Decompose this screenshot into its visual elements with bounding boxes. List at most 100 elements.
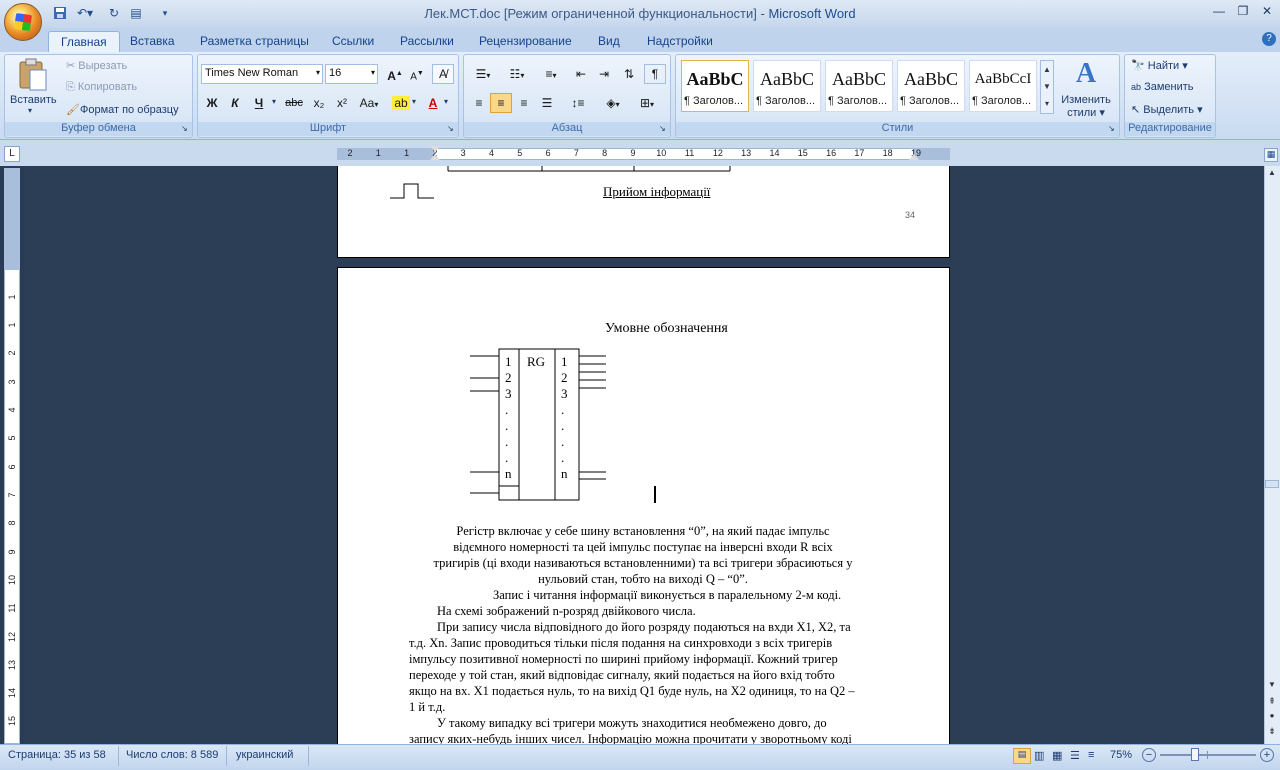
language-indicator[interactable]: украинский xyxy=(236,749,293,761)
vertical-scrollbar[interactable] xyxy=(1264,166,1280,744)
zoom-in-icon[interactable]: + xyxy=(1260,748,1274,762)
styles-launcher-icon[interactable]: ↘ xyxy=(1108,124,1115,133)
font-color-button[interactable]: A xyxy=(422,93,444,113)
vruler-number: 8 xyxy=(7,520,17,526)
align-right-button[interactable]: ≡ xyxy=(513,93,535,113)
highlight-dropdown-icon[interactable]: ▾ xyxy=(412,97,416,106)
zoom-slider-thumb[interactable] xyxy=(1191,748,1199,761)
shrink-font-button[interactable]: A▼ xyxy=(406,64,428,84)
copy-button[interactable]: ⎘ Копировать xyxy=(66,81,137,94)
highlight-button[interactable]: ab xyxy=(390,93,412,113)
style-card-2[interactable]: AaBbC ¶ Заголов... xyxy=(753,60,821,112)
increase-indent-button[interactable]: ⇥ xyxy=(593,64,615,84)
styles-scroll[interactable]: ▲ ▼ ▾ xyxy=(1040,60,1054,114)
first-line-indent-marker[interactable] xyxy=(430,146,440,152)
superscript-button[interactable]: x² xyxy=(331,93,353,113)
print-layout-view-icon[interactable]: ▤ xyxy=(1013,748,1031,764)
hanging-indent-marker[interactable] xyxy=(430,154,440,160)
word-count[interactable]: Число слов: 8 589 xyxy=(126,749,218,761)
right-indent-marker[interactable] xyxy=(909,154,919,160)
numbering-button[interactable]: ☷▾ xyxy=(502,64,532,84)
borders-button[interactable]: ⊞▾ xyxy=(632,93,662,113)
page-indicator[interactable]: Страница: 35 из 58 xyxy=(8,749,106,761)
cut-button[interactable]: ✂ Вырезать xyxy=(66,59,127,72)
bold-button[interactable]: Ж xyxy=(201,93,223,113)
paste-icon[interactable] xyxy=(16,58,50,92)
find-button[interactable]: 🔭 Найти ▾ xyxy=(1131,59,1188,72)
copy-label: Копировать xyxy=(77,81,138,93)
tab-insert[interactable]: Вставка xyxy=(118,31,187,52)
bullets-button[interactable]: ☰▾ xyxy=(468,64,498,84)
replace-button[interactable]: ab Заменить xyxy=(1131,81,1194,93)
align-left-button[interactable]: ≡ xyxy=(468,93,490,113)
page-35[interactable]: Умовне обозначення RG 123....n 123....n … xyxy=(337,267,950,746)
paragraph-launcher-icon[interactable]: ↘ xyxy=(659,124,666,133)
office-button[interactable] xyxy=(4,3,42,41)
scroll-thumb[interactable] xyxy=(1265,480,1279,488)
justify-button[interactable]: ☰ xyxy=(536,93,558,113)
font-size-combo[interactable]: 16 ▾ xyxy=(325,64,378,84)
tab-addins[interactable]: Надстройки xyxy=(635,31,725,52)
prev-page-icon[interactable]: ⇞ xyxy=(1266,696,1278,708)
multilevel-list-button[interactable]: ≡▾ xyxy=(536,64,566,84)
tab-review[interactable]: Рецензирование xyxy=(467,31,584,52)
zoom-level[interactable]: 75% xyxy=(1110,749,1132,761)
style-card-5[interactable]: AaBbCcI ¶ Заголов... xyxy=(969,60,1037,112)
paste-button[interactable]: Вставить xyxy=(10,94,57,106)
align-center-button[interactable]: ≡ xyxy=(490,93,512,113)
tab-page-layout[interactable]: Разметка страницы xyxy=(188,31,321,52)
zoom-slider-track[interactable] xyxy=(1160,754,1256,756)
draft-view-icon[interactable]: ≡ xyxy=(1088,749,1094,761)
cut-label: Вырезать xyxy=(78,60,128,72)
help-icon[interactable]: ? xyxy=(1262,32,1276,46)
change-styles-icon[interactable]: A xyxy=(1068,58,1104,92)
sort-button[interactable]: ⇅ xyxy=(618,64,640,84)
style-card-1[interactable]: AaBbC ¶ Заголов... xyxy=(681,60,749,112)
line-spacing-button[interactable]: ↕≡ xyxy=(564,93,592,113)
format-painter-button[interactable]: 🖌Формат по образцу xyxy=(66,103,179,116)
borders-icon: ⊞ xyxy=(639,96,651,110)
font-name-combo[interactable]: Times New Roman ▾ xyxy=(201,64,323,84)
subscript-button[interactable]: x₂ xyxy=(308,93,330,113)
clear-format-button[interactable]: A̸ xyxy=(432,64,454,84)
increase-indent-icon: ⇥ xyxy=(598,67,610,81)
style-card-3[interactable]: AaBbC ¶ Заголов... xyxy=(825,60,893,112)
output-pin-label: . xyxy=(561,402,565,417)
close-icon[interactable]: ✕ xyxy=(1254,4,1280,22)
clipboard-launcher-icon[interactable]: ↘ xyxy=(181,124,188,133)
zoom-out-icon[interactable]: − xyxy=(1142,748,1156,762)
tab-mailings[interactable]: Рассылки xyxy=(388,31,466,52)
show-marks-button[interactable]: ¶ xyxy=(644,64,666,84)
decrease-indent-button[interactable]: ⇤ xyxy=(570,64,592,84)
browse-object-icon[interactable]: ● xyxy=(1266,711,1278,723)
next-page-icon[interactable]: ⇟ xyxy=(1266,726,1278,738)
change-case-button[interactable]: Aa▾ xyxy=(356,93,382,113)
italic-button[interactable]: К xyxy=(224,93,246,113)
page-34[interactable]: Прийом інформації 34 xyxy=(337,166,950,258)
underline-button[interactable]: Ч xyxy=(248,93,270,113)
tab-view[interactable]: Вид xyxy=(586,31,632,52)
vruler-number: 15 xyxy=(7,716,17,727)
change-styles-button[interactable]: Изменить стили ▾ xyxy=(1060,94,1112,119)
body-text-line: Запис і читання інформації виконується в… xyxy=(493,588,842,602)
font-color-dropdown-icon[interactable]: ▾ xyxy=(444,97,448,106)
full-screen-view-icon[interactable]: ▥ xyxy=(1034,749,1044,762)
paste-dropdown-icon[interactable]: ▾ xyxy=(28,106,32,115)
outline-view-icon[interactable]: ☰ xyxy=(1070,749,1080,762)
shading-button[interactable]: ◈▾ xyxy=(598,93,628,113)
tab-selector-icon[interactable]: L xyxy=(4,146,20,162)
grow-font-button[interactable]: A▲ xyxy=(384,64,406,84)
web-view-icon[interactable]: ▦ xyxy=(1052,749,1062,762)
minimize-icon[interactable]: — xyxy=(1206,4,1232,22)
view-ruler-icon[interactable]: ▦ xyxy=(1264,148,1278,162)
scroll-down-icon[interactable]: ▼ xyxy=(1266,680,1278,692)
style-card-4[interactable]: AaBbC ¶ Заголов... xyxy=(897,60,965,112)
tab-references[interactable]: Ссылки xyxy=(320,31,386,52)
scroll-up-icon[interactable]: ▲ xyxy=(1266,168,1278,180)
font-launcher-icon[interactable]: ↘ xyxy=(447,124,454,133)
underline-dropdown-icon[interactable]: ▾ xyxy=(272,97,276,106)
tab-home[interactable]: Главная xyxy=(48,31,120,52)
strikethrough-button[interactable]: abc xyxy=(283,93,305,113)
restore-icon[interactable]: ❐ xyxy=(1230,4,1256,22)
select-button[interactable]: ↖ Выделить ▾ xyxy=(1131,103,1203,116)
